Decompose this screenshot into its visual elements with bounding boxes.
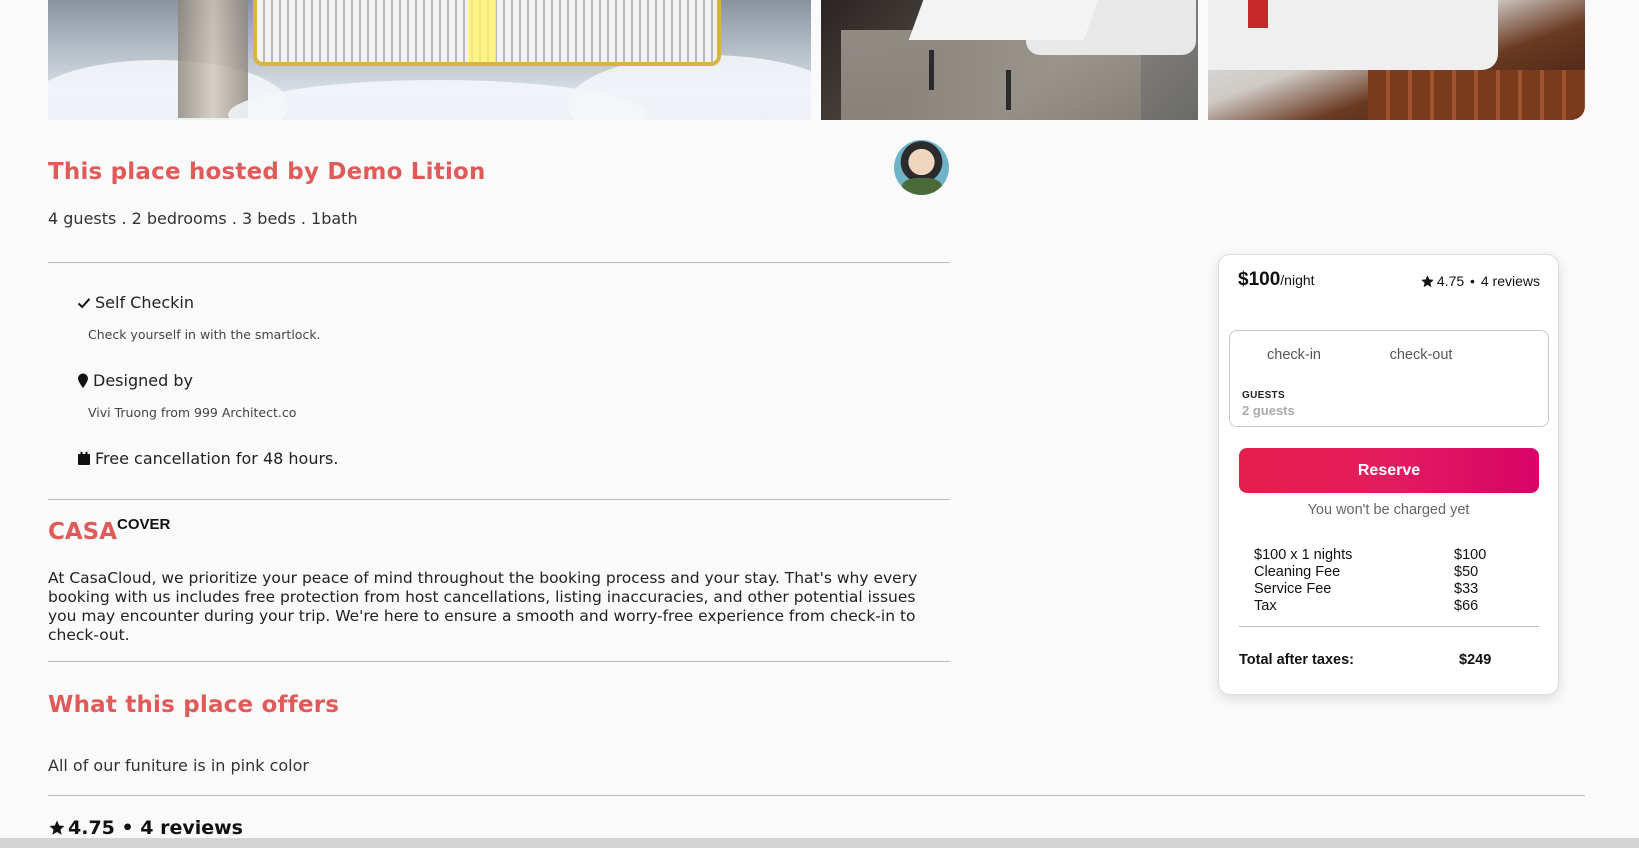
listing-summary: 4 guests . 2 bedrooms . 3 beds . 1bath — [48, 209, 358, 228]
feature-self-checkin: Self Checkin — [77, 293, 194, 312]
star-icon — [1420, 274, 1435, 289]
divider — [48, 262, 950, 263]
fee-amount: $100 — [1454, 547, 1487, 563]
listing-photo-main[interactable] — [48, 0, 811, 120]
total-label: Total after taxes: — [1239, 652, 1354, 668]
horizontal-scrollbar[interactable] — [0, 838, 1639, 848]
casacover-suffix: COVER — [117, 516, 171, 533]
price-amount: $100 — [1238, 269, 1281, 290]
casacover-text: At CasaCloud, we prioritize your peace o… — [48, 569, 918, 644]
card-rating: 4.75 • 4 reviews — [1420, 273, 1540, 289]
reviews-summary-text: 4.75 • 4 reviews — [68, 817, 243, 839]
checkin-field[interactable]: check-in — [1231, 331, 1357, 378]
fee-label: Cleaning Fee — [1254, 564, 1341, 580]
total-row: Total after taxes: $249 — [1239, 652, 1519, 668]
listing-photo-living-room[interactable] — [821, 0, 1198, 120]
reserve-button[interactable]: Reserve — [1239, 448, 1539, 493]
offers-title: What this place offers — [48, 692, 340, 718]
fee-amount: $66 — [1454, 598, 1479, 614]
price-per-night: $100/night — [1238, 269, 1315, 291]
calendar-icon — [77, 451, 91, 466]
rating-separator: • — [1466, 273, 1479, 289]
booking-card: $100/night 4.75 • 4 reviews check-in che… — [1218, 254, 1559, 695]
fee-label: Tax — [1254, 598, 1277, 614]
fee-amount: $50 — [1454, 564, 1479, 580]
divider — [1239, 626, 1539, 627]
reviews-summary: 4.75 • 4 reviews — [48, 817, 243, 839]
feature-designed-by: Designed by — [77, 371, 193, 390]
host-title: This place hosted by Demo Lition — [48, 159, 486, 185]
fee-row: $100 x 1 nights $100 — [1254, 547, 1514, 564]
total-amount: $249 — [1459, 652, 1492, 668]
feature-title: Designed by — [93, 371, 193, 390]
checkout-field[interactable]: check-out — [1358, 331, 1484, 378]
review-count: 4 reviews — [1480, 273, 1540, 289]
price-unit: /night — [1280, 272, 1315, 288]
divider — [48, 795, 1585, 796]
no-charge-note: You won't be charged yet — [1307, 502, 1470, 518]
fee-row: Cleaning Fee $50 — [1254, 564, 1514, 581]
feature-title: Self Checkin — [95, 293, 194, 312]
divider — [48, 499, 950, 500]
feature-title: Free cancellation for 48 hours. — [95, 449, 339, 468]
fee-label: Service Fee — [1254, 581, 1332, 597]
star-icon — [48, 819, 66, 837]
fee-row: Service Fee $33 — [1254, 581, 1514, 598]
check-icon — [77, 296, 91, 310]
rating-value: 4.75 — [1436, 273, 1465, 289]
guests-label: GUESTS — [1242, 390, 1285, 401]
feature-desc: Check yourself in with the smartlock. — [88, 327, 321, 342]
map-pin-icon — [77, 373, 89, 389]
feature-desc: Vivi Truong from 999 Architect.co — [88, 405, 297, 420]
fee-label: $100 x 1 nights — [1254, 547, 1353, 563]
host-avatar[interactable] — [894, 140, 949, 195]
offers-text: All of our funiture is in pink color — [48, 756, 309, 775]
casacover-brand: CASA — [48, 519, 118, 545]
guests-selector[interactable]: GUESTS 2 guests — [1229, 378, 1549, 427]
listing-photo-bedroom[interactable] — [1208, 0, 1585, 120]
date-picker[interactable]: check-in check-out — [1229, 330, 1549, 379]
divider — [48, 661, 950, 662]
fee-breakdown: $100 x 1 nights $100 Cleaning Fee $50 Se… — [1254, 547, 1514, 615]
feature-free-cancellation: Free cancellation for 48 hours. — [77, 449, 338, 468]
guests-value: 2 guests — [1242, 403, 1295, 418]
casacover-heading: CASACOVER — [48, 516, 171, 545]
fee-row: Tax $66 — [1254, 598, 1514, 615]
fee-amount: $33 — [1454, 581, 1479, 597]
